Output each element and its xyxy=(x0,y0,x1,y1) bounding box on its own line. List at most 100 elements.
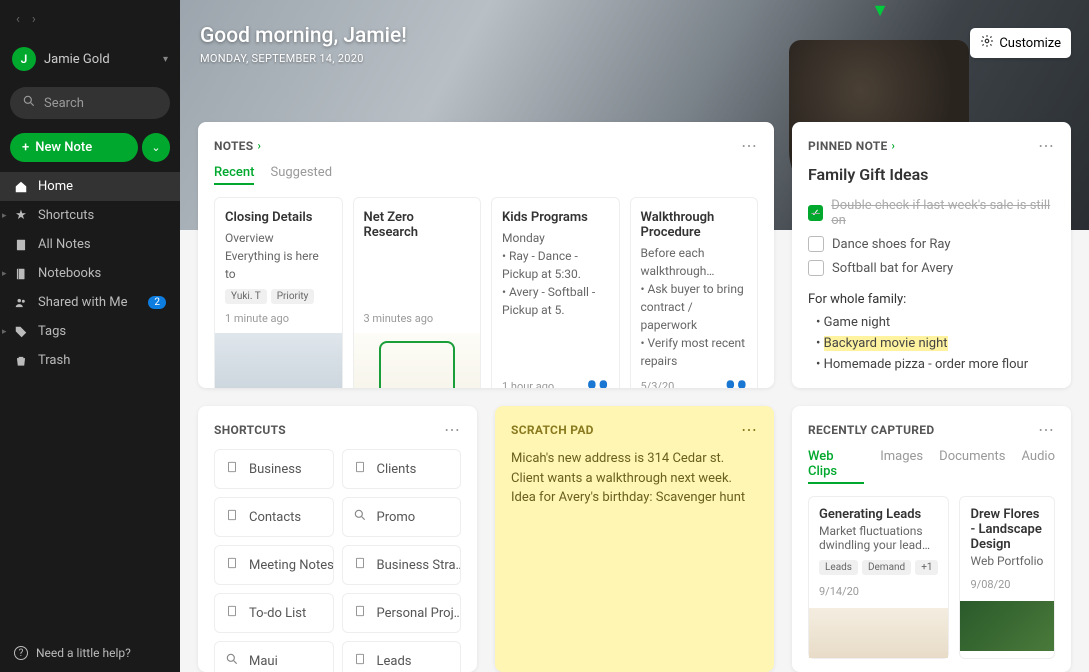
greeting: Good morning, Jamie! MONDAY, SEPTEMBER 1… xyxy=(200,24,407,65)
nav-back-icon[interactable]: ‹ xyxy=(16,12,20,27)
note-icon xyxy=(353,556,367,574)
tag-icon xyxy=(14,325,28,339)
customize-label: Customize xyxy=(999,36,1061,51)
note-time: 5/3/20 xyxy=(641,380,675,388)
nav-notebooks[interactable]: ▸ Notebooks xyxy=(0,259,180,288)
note-card[interactable]: Kids Programs Monday • Ray - Dance - Pic… xyxy=(491,197,620,388)
shortcut-item[interactable]: Maui xyxy=(214,641,334,672)
pinned-title[interactable]: PINNED NOTE › xyxy=(808,139,895,153)
note-card[interactable]: Net Zero Research 3 minutes ago xyxy=(353,197,482,388)
note-card[interactable]: Walkthrough Procedure Before each walkth… xyxy=(630,197,759,388)
captured-card[interactable]: Drew Flores - Landscape Design Web Portf… xyxy=(959,496,1055,659)
shortcut-item[interactable]: Business xyxy=(214,449,334,489)
checklist-item[interactable]: Softball bat for Avery xyxy=(808,256,1055,280)
tab-audio[interactable]: Audio xyxy=(1022,449,1055,484)
notebook-icon xyxy=(14,267,28,281)
note-body xyxy=(364,244,471,304)
chevron-right-icon: › xyxy=(257,139,261,152)
shared-icon: 👤👤 xyxy=(724,380,747,388)
new-note-button[interactable]: + New Note xyxy=(10,133,138,162)
more-icon[interactable]: ⋯ xyxy=(1038,136,1055,155)
checkbox-icon[interactable] xyxy=(808,236,824,252)
user-menu[interactable]: J Jamie Gold ▾ xyxy=(0,39,180,79)
shortcut-item[interactable]: Business Stra… xyxy=(342,545,462,585)
tab-documents[interactable]: Documents xyxy=(939,449,1005,484)
shortcut-item[interactable]: Leads xyxy=(342,641,462,672)
note-body: Overview Everything is here to xyxy=(225,229,332,283)
checklist-item[interactable]: Dance shoes for Ray xyxy=(808,232,1055,256)
checkbox-icon[interactable]: ✓ xyxy=(808,205,823,221)
more-icon[interactable]: ⋯ xyxy=(1038,420,1055,439)
more-icon[interactable]: ⋯ xyxy=(741,420,758,439)
checklist-label: Softball bat for Avery xyxy=(832,261,953,276)
more-icon[interactable]: ⋯ xyxy=(741,136,758,155)
tab-suggested[interactable]: Suggested xyxy=(270,165,332,185)
shortcut-item[interactable]: To-do List xyxy=(214,593,334,633)
sidebar: ‹ › J Jamie Gold ▾ Search + New Note ⌄ H… xyxy=(0,0,180,672)
nav-shortcuts-label: Shortcuts xyxy=(38,208,94,223)
notes-title[interactable]: NOTES › xyxy=(214,139,261,153)
tab-images[interactable]: Images xyxy=(880,449,923,484)
nav-shortcuts[interactable]: ▸ ★ Shortcuts xyxy=(0,201,180,230)
shortcut-label: Leads xyxy=(377,654,412,669)
nav-shared[interactable]: Shared with Me 2 xyxy=(0,288,180,317)
shortcut-label: Promo xyxy=(377,510,416,525)
search-icon xyxy=(22,94,36,112)
search-icon xyxy=(225,652,239,670)
expand-icon[interactable]: ▸ xyxy=(2,327,7,337)
nav-trash[interactable]: Trash xyxy=(0,346,180,375)
shortcut-item[interactable]: Promo xyxy=(342,497,462,537)
help-link[interactable]: ? Need a little help? xyxy=(0,634,180,672)
checklist-item[interactable]: ✓Double check if last week's sale is sti… xyxy=(808,194,1055,232)
nav-all-notes-label: All Notes xyxy=(38,237,91,252)
trash-icon xyxy=(14,354,28,368)
shared-badge: 2 xyxy=(148,296,166,309)
chevron-down-icon: ▾ xyxy=(163,54,168,65)
note-thumbnail xyxy=(215,333,342,388)
note-icon xyxy=(225,460,239,478)
shortcut-item[interactable]: Meeting Notes xyxy=(214,545,334,585)
expand-icon[interactable]: ▸ xyxy=(2,211,7,221)
captured-thumbnail xyxy=(809,608,948,658)
captured-card[interactable]: Generating Leads Market fluctuations dwi… xyxy=(808,496,949,659)
scratch-title: SCRATCH PAD xyxy=(511,423,594,437)
search-input[interactable]: Search xyxy=(10,87,170,119)
captured-title: RECENTLY CAPTURED xyxy=(808,423,934,437)
nav-forward-icon[interactable]: › xyxy=(32,12,36,27)
note-icon xyxy=(353,604,367,622)
note-icon xyxy=(353,460,367,478)
note-thumbnail xyxy=(354,333,481,388)
shortcut-item[interactable]: Clients xyxy=(342,449,462,489)
nav-all-notes[interactable]: All Notes xyxy=(0,230,180,259)
nav-shared-label: Shared with Me xyxy=(38,295,128,310)
tab-web-clips[interactable]: Web Clips xyxy=(808,449,864,484)
nav-tags[interactable]: ▸ Tags xyxy=(0,317,180,346)
shared-icon: 👤👤 xyxy=(585,380,608,388)
note-tag: Yuki. T xyxy=(225,289,267,304)
more-icon[interactable]: ⋯ xyxy=(444,420,461,439)
new-note-dropdown[interactable]: ⌄ xyxy=(142,133,170,162)
shortcut-label: Personal Proj… xyxy=(377,606,462,621)
note-body: Monday • Ray - Dance - Pickup at 5:30. •… xyxy=(502,229,609,372)
captured-date: 9/08/20 xyxy=(970,578,1044,591)
note-time: 1 minute ago xyxy=(225,312,289,325)
shortcuts-title: SHORTCUTS xyxy=(214,423,286,437)
shortcut-item[interactable]: Personal Proj… xyxy=(342,593,462,633)
checkbox-icon[interactable] xyxy=(808,260,824,276)
expand-icon[interactable]: ▸ xyxy=(2,269,7,279)
note-card[interactable]: Closing Details Overview Everything is h… xyxy=(214,197,343,388)
shortcut-label: Clients xyxy=(377,462,417,477)
scratch-body[interactable]: Micah's new address is 314 Cedar st. Cli… xyxy=(511,449,758,508)
help-label: Need a little help? xyxy=(36,646,131,660)
people-icon xyxy=(14,296,28,310)
notes-panel: NOTES › ⋯ Recent Suggested Closing Detai… xyxy=(198,122,774,388)
pinned-heading: Family Gift Ideas xyxy=(808,165,1055,184)
shortcut-item[interactable]: Contacts xyxy=(214,497,334,537)
nav-home[interactable]: Home xyxy=(0,172,180,201)
pinned-note-panel: PINNED NOTE › ⋯ Family Gift Ideas ✓Doubl… xyxy=(792,122,1071,388)
customize-button[interactable]: Customize xyxy=(970,28,1071,58)
help-icon: ? xyxy=(14,646,28,660)
scratch-pad-panel: SCRATCH PAD ⋯ Micah's new address is 314… xyxy=(495,406,774,672)
tab-recent[interactable]: Recent xyxy=(214,165,254,185)
search-icon xyxy=(353,508,367,526)
